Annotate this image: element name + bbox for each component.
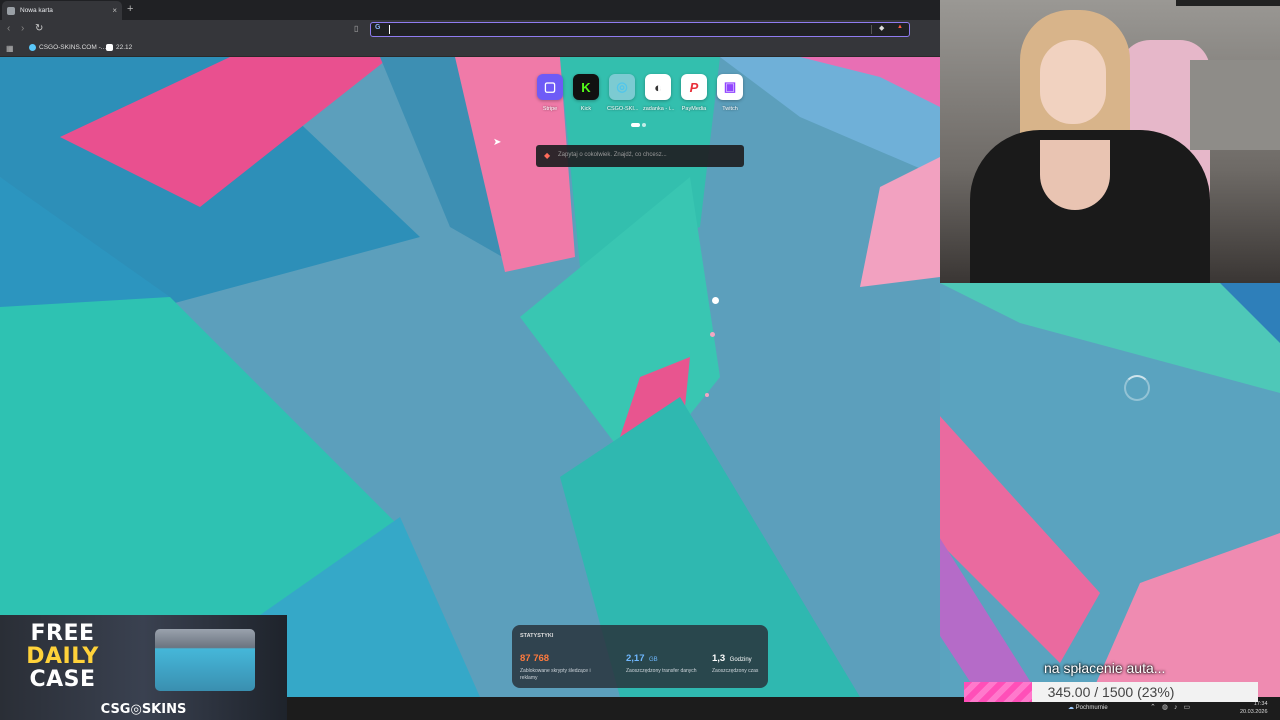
ad-brand: CSG◎SKINS <box>100 702 187 717</box>
reload-icon[interactable]: ↻ <box>35 23 43 34</box>
webcam-sofa <box>1190 60 1280 150</box>
speed-dial-stripe[interactable]: ▢ Stripe <box>535 74 565 112</box>
speed-dial-label: PayMedia <box>681 106 707 112</box>
battery-icon[interactable]: ▭ <box>1183 704 1196 711</box>
leo-search-box[interactable]: ◆ Zapytaj o cokolwiek. Znajdź, co chcesz… <box>536 145 744 167</box>
stat-data-saved: 2,17 GB Zaoszczędzony transfer danych <box>626 648 704 675</box>
text-caret <box>389 25 390 34</box>
speed-dial-kick[interactable]: K Kick <box>571 74 601 112</box>
bookmark-csgo-skins[interactable]: CSGO-SKINS.COM -... <box>29 44 106 51</box>
twitch-icon: ▣ <box>717 74 743 100</box>
stat-time-saved: 1,3 Godziny Zaoszczędzony czas <box>712 648 762 675</box>
brave-rewards-icon[interactable]: ▲ <box>897 24 903 30</box>
google-icon: G <box>375 24 381 31</box>
weather-widget[interactable]: ☁ Pochmurnie <box>1068 704 1108 711</box>
speed-dial-zadanka[interactable]: ◐ zadanka - i... <box>643 74 675 112</box>
bookmarks-bar: ▦ CSGO-SKINS.COM -... 22.12 <box>0 40 940 57</box>
tab-bar: Nowa karta × + <box>0 0 940 20</box>
system-tray[interactable]: ⌃◍♪▭ <box>1150 703 1196 711</box>
speed-dial-pager[interactable] <box>631 123 646 127</box>
stat-desc: Zaoszczędzony czas <box>712 668 759 674</box>
bookmark-22-12[interactable]: 22.12 <box>106 44 132 51</box>
wallpaper-art <box>0 57 940 697</box>
bookmark-favicon-icon <box>106 44 113 51</box>
weather-label: Pochmurnie <box>1075 705 1108 711</box>
ad-line-free: FREE <box>30 621 95 646</box>
leo-search-placeholder: Zapytaj o cokolwiek. Znajdź, co chcesz..… <box>558 152 667 158</box>
paymedia-icon: P <box>681 74 707 100</box>
tab-title: Nowa karta <box>20 7 53 14</box>
apps-grid-icon[interactable]: ▦ <box>6 44 14 53</box>
wallpaper-dot-pink-2 <box>705 393 709 397</box>
brave-shields-icon[interactable]: ◆ <box>879 24 884 32</box>
wallpaper <box>0 57 940 697</box>
speed-dial-label: Kick <box>580 106 592 112</box>
wallpaper-extension <box>940 283 1280 697</box>
bookmark-label: 22.12 <box>116 44 133 51</box>
network-icon[interactable]: ◍ <box>1162 704 1174 711</box>
stat-desc: Zaoszczędzony transfer danych <box>626 668 697 674</box>
speed-dial-label: zadanka - i... <box>643 106 675 112</box>
stripe-icon: ▢ <box>537 74 563 100</box>
clock-date: 20.03.2026 <box>1240 709 1268 715</box>
webcam-overlay <box>940 0 1280 283</box>
wallpaper-dot-white <box>712 297 719 304</box>
stat-value: 1,3 <box>712 653 726 664</box>
stat-blocked: 87 768 Zablokowane skrypty śledzące i re… <box>520 648 598 682</box>
speed-dial-label: CSGO-SKI... <box>607 106 639 112</box>
stat-unit: Godziny <box>729 657 752 663</box>
address-divider <box>871 25 872 34</box>
loading-spinner-icon <box>1124 375 1150 401</box>
new-tab-button[interactable]: + <box>127 3 133 15</box>
forward-icon[interactable]: › <box>21 23 24 34</box>
case-icon <box>155 629 255 691</box>
goal-progress-bar: 345.00 / 1500 (23%) <box>964 682 1258 702</box>
mouse-cursor-icon: ➤ <box>493 137 502 148</box>
wallpaper-dot-pink <box>710 332 715 337</box>
ad-line-daily: DAILY <box>26 644 99 669</box>
goal-title: na spłacenie auta... <box>1044 660 1166 676</box>
back-icon[interactable]: ‹ <box>7 23 10 34</box>
tab-new-tab[interactable]: Nowa karta × <box>2 1 122 20</box>
webcam-wall-frame <box>1176 0 1280 6</box>
speed-dial-label: Stripe <box>542 106 558 112</box>
webcam-person-face <box>1040 40 1106 124</box>
stats-widget: STATYSTYKI 87 768 Zablokowane skrypty śl… <box>512 625 768 688</box>
stat-value: 87 768 <box>520 653 550 664</box>
speed-dial-paymedia[interactable]: P PayMedia <box>679 74 709 112</box>
address-bar[interactable]: G ◆ ▲ <box>370 22 910 37</box>
kick-icon: K <box>573 74 599 100</box>
brave-shield-icon <box>7 6 15 15</box>
pager-dot[interactable] <box>642 123 646 127</box>
ad-banner[interactable]: FREE DAILY CASE CSG◎SKINS <box>0 615 287 720</box>
ad-line-case: CASE <box>29 667 96 692</box>
stat-desc: Zablokowane skrypty śledzące i reklamy <box>520 668 591 681</box>
csgo-skins-favicon-icon <box>29 44 36 51</box>
csgo-skins-icon: ◎ <box>609 74 635 100</box>
stat-value: 2,17 <box>626 653 645 664</box>
stats-title: STATYSTYKI <box>520 633 554 639</box>
cloud-icon: ☁ <box>1068 705 1074 711</box>
chevron-up-icon[interactable]: ⌃ <box>1150 704 1162 711</box>
leo-ai-icon: ◆ <box>544 151 551 160</box>
zadanka-icon: ◐ <box>645 74 671 100</box>
goal-progress-value: 345.00 / 1500 (23%) <box>1047 684 1175 700</box>
speed-dial-label: Twitch <box>722 106 738 112</box>
close-icon[interactable]: × <box>112 6 117 15</box>
pager-dot-active[interactable] <box>631 123 640 127</box>
webcam-person-chest <box>1040 140 1110 210</box>
clock[interactable]: 17:34 20.03.2026 <box>1240 700 1268 716</box>
bookmark-icon[interactable]: ▯ <box>354 24 358 33</box>
stat-unit: GB <box>648 657 658 663</box>
wallpaper-art-right <box>940 283 1280 697</box>
bookmark-label: CSGO-SKINS.COM -... <box>39 44 107 51</box>
speed-dial-csgo-skins[interactable]: ◎ CSGO-SKI... <box>607 74 639 112</box>
speed-dial-twitch[interactable]: ▣ Twitch <box>715 74 745 112</box>
